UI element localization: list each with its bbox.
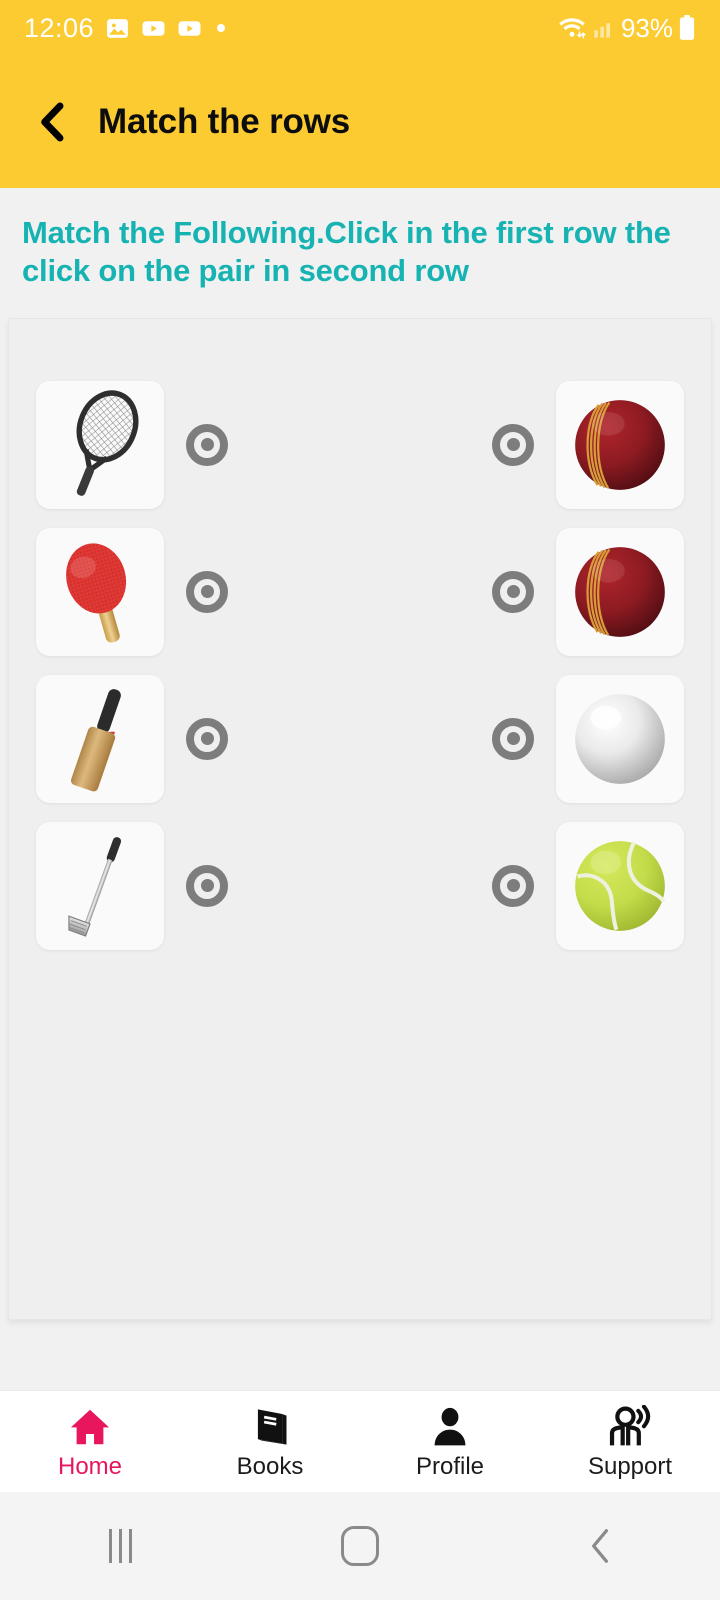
nav-item-support[interactable]: Support bbox=[540, 1404, 720, 1480]
nav-item-books[interactable]: Books bbox=[180, 1405, 360, 1479]
book-icon bbox=[257, 1408, 287, 1445]
home-icon bbox=[70, 1409, 110, 1444]
battery-percent-label: 93% bbox=[620, 12, 673, 43]
match-row bbox=[9, 665, 711, 812]
cricket-ball-red-icon bbox=[575, 399, 665, 490]
white-ball-icon bbox=[575, 693, 665, 784]
right-connector-radio[interactable] bbox=[492, 423, 534, 466]
match-rows-list bbox=[9, 371, 711, 959]
left-connector-radio[interactable] bbox=[186, 717, 228, 760]
match-card bbox=[8, 318, 712, 1320]
match-row bbox=[9, 371, 711, 518]
battery-icon bbox=[678, 15, 696, 41]
status-bar-left: 12:06 bbox=[24, 12, 226, 44]
person-icon bbox=[434, 1407, 466, 1445]
app-bar: Match the rows bbox=[0, 56, 720, 188]
status-time: 12:06 bbox=[24, 12, 95, 43]
right-connector-radio[interactable] bbox=[492, 717, 534, 760]
tennis-ball-icon bbox=[575, 840, 666, 931]
right-item-tile-white-ball[interactable] bbox=[556, 674, 684, 803]
right-item-tile-cricket-ball-red[interactable] bbox=[556, 380, 684, 509]
right-item-tile-cricket-ball-red[interactable] bbox=[556, 527, 684, 656]
left-connector-radio[interactable] bbox=[186, 570, 228, 613]
back-chevron-icon bbox=[592, 1529, 608, 1563]
left-item-tile-table-tennis-paddle[interactable] bbox=[36, 527, 164, 656]
dot-indicator bbox=[217, 24, 226, 32]
youtube-icon bbox=[141, 16, 166, 41]
image-icon bbox=[105, 16, 130, 41]
left-item-tile-cricket-bat[interactable] bbox=[36, 674, 164, 803]
support-agent-icon bbox=[609, 1404, 651, 1445]
system-home-button[interactable] bbox=[240, 1526, 480, 1566]
status-bar-right: 93% bbox=[557, 13, 696, 44]
match-row bbox=[9, 812, 711, 959]
back-button[interactable] bbox=[28, 98, 76, 146]
youtube-icon bbox=[177, 16, 202, 41]
nav-label-profile: Profile bbox=[415, 1452, 485, 1480]
recents-button[interactable] bbox=[0, 1529, 240, 1563]
instruction-text: Match the Following.Click in the first r… bbox=[22, 215, 671, 289]
system-back-button[interactable] bbox=[480, 1527, 720, 1565]
right-item-tile-tennis-ball[interactable] bbox=[556, 821, 684, 950]
bottom-navigation-bar: Home Books Profile Support bbox=[0, 1390, 720, 1492]
nav-item-home[interactable]: Home bbox=[0, 1405, 180, 1479]
left-item-tile-golf-club[interactable] bbox=[36, 821, 164, 950]
left-connector-radio[interactable] bbox=[186, 864, 228, 907]
match-row bbox=[9, 518, 711, 665]
wifi-icon bbox=[557, 14, 587, 42]
system-navigation-bar bbox=[0, 1492, 720, 1600]
left-item-tile-tennis-racket[interactable] bbox=[36, 380, 164, 509]
back-chevron-icon bbox=[41, 102, 64, 142]
status-bar: 12:06 93% bbox=[0, 0, 720, 56]
right-connector-radio[interactable] bbox=[492, 570, 534, 613]
right-connector-radio[interactable] bbox=[492, 864, 534, 907]
nav-label-home: Home bbox=[57, 1452, 123, 1480]
phone-screen: 12:06 93% Match the rows Match the Follo… bbox=[0, 0, 720, 1600]
recents-icon bbox=[108, 1529, 132, 1563]
signal-icon bbox=[592, 16, 616, 40]
nav-label-books: Books bbox=[236, 1452, 304, 1480]
nav-item-profile[interactable]: Profile bbox=[360, 1405, 540, 1479]
nav-label-support: Support bbox=[587, 1452, 673, 1480]
table-tennis-paddle-icon bbox=[66, 542, 127, 642]
golf-club-icon bbox=[68, 836, 122, 937]
cricket-bat-icon bbox=[70, 688, 121, 791]
left-connector-radio[interactable] bbox=[186, 423, 228, 466]
page-title: Match the rows bbox=[98, 102, 350, 141]
home-square-icon bbox=[341, 1526, 379, 1566]
cricket-ball-red-icon bbox=[575, 546, 665, 637]
tennis-racket-icon bbox=[76, 389, 139, 496]
